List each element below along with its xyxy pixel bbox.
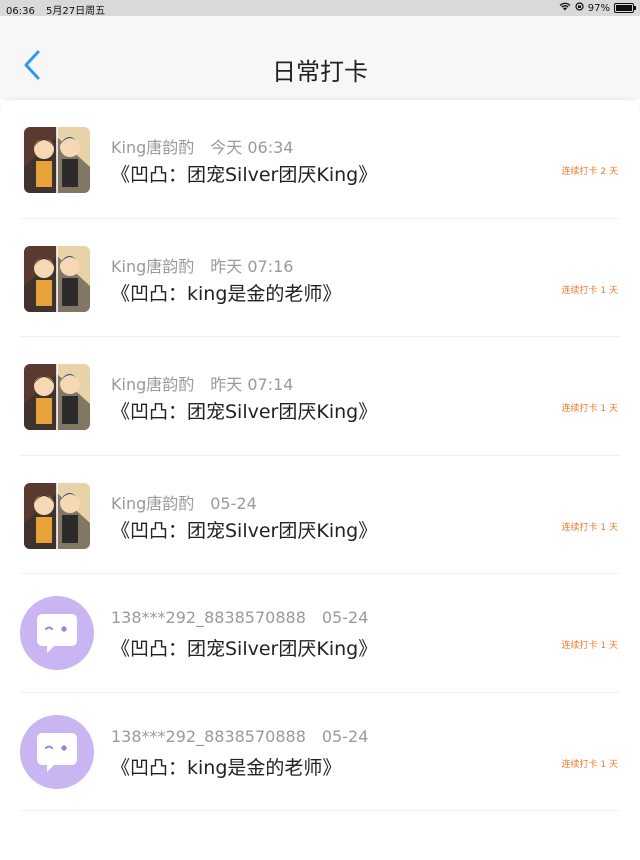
avatar[interactable] [24, 245, 90, 312]
username[interactable]: 138***292_8838570888 [111, 727, 306, 746]
chat-bubble-icon [37, 732, 77, 772]
post-content: 《凹凸：团宠Silver团厌King》 [111, 401, 378, 423]
checkin-row-1[interactable]: King唐韵酌 今天 06:34 《凹凸：团宠Silver团厌King》 连续打卡… [0, 100, 640, 219]
nav-header: 日常打卡 [0, 16, 640, 100]
post-content: 《凹凸：团宠Silver团厌King》 [111, 164, 378, 186]
post-meta: King唐韵酌 05-24 [111, 490, 257, 514]
post-time: 昨天 07:14 [210, 375, 294, 394]
battery-icon [614, 3, 636, 13]
battery-level [616, 5, 632, 11]
username[interactable]: King唐韵酌 [111, 138, 194, 157]
post-meta: King唐韵酌 昨天 07:16 [111, 253, 293, 277]
streak-badge: 连续打卡 1 天 [561, 759, 618, 770]
avatar[interactable] [20, 596, 94, 670]
anime-avatar-icon [24, 245, 90, 312]
wifi-icon [559, 2, 571, 14]
post-time: 05-24 [210, 493, 257, 513]
post-time: 昨天 07:16 [210, 256, 294, 276]
checkin-row-6[interactable]: 138***292_8838570888 05-24 《凹凸：king是金的老师》… [0, 693, 640, 812]
post-content: 《凹凸：团宠Silver团厌King》 [111, 638, 378, 660]
username[interactable]: 138***292_8838570888 [111, 608, 306, 627]
post-meta: 138***292_8838570888 05-24 [111, 608, 368, 627]
streak-badge: 连续打卡 1 天 [561, 522, 618, 533]
streak-badge: 连续打卡 1 天 [561, 404, 618, 414]
anime-avatar-icon [24, 364, 90, 430]
anime-avatar-icon [24, 127, 90, 193]
post-time: 05-24 [321, 608, 369, 627]
post-time: 今天 06:34 [210, 138, 294, 157]
checkin-row-2[interactable]: King唐韵酌 昨天 07:16 《凹凸：king是金的老师》 连续打卡 1 天 [0, 219, 640, 338]
post-meta: 138***292_8838570888 05-24 [111, 727, 368, 746]
battery-percent: 97% [587, 2, 610, 14]
post-time: 05-24 [321, 726, 369, 746]
page-title: 日常打卡 [272, 58, 368, 86]
checkin-list: King唐韵酌 今天 06:34 《凹凸：团宠Silver团厌King》 连续打卡… [0, 100, 640, 860]
avatar[interactable] [20, 714, 94, 789]
post-meta: King唐韵酌 今天 06:34 [111, 134, 293, 158]
streak-badge: 连续打卡 1 天 [561, 641, 618, 651]
orientation-lock-icon [575, 2, 584, 14]
post-content: 《凹凸：团宠Silver团厌King》 [111, 519, 378, 542]
avatar[interactable] [24, 127, 90, 193]
username[interactable]: King唐韵酌 [111, 375, 194, 394]
avatar[interactable] [24, 482, 90, 549]
username[interactable]: King唐韵酌 [111, 494, 194, 513]
avatar[interactable] [24, 364, 90, 430]
anime-avatar-icon [24, 482, 90, 549]
checkin-row-3[interactable]: King唐韵酌 昨天 07:14 《凹凸：团宠Silver团厌King》 连续打卡… [0, 337, 640, 456]
status-left: 06:36 5月27日周五 [6, 2, 113, 17]
checkin-row-4[interactable]: King唐韵酌 05-24 《凹凸：团宠Silver团厌King》 连续打卡 1 … [0, 456, 640, 575]
post-meta: King唐韵酌 昨天 07:14 [111, 371, 293, 395]
post-content: 《凹凸：king是金的老师》 [111, 756, 342, 779]
checkin-row-5[interactable]: 138***292_8838570888 05-24 《凹凸：团宠Silver团厌… [0, 574, 640, 693]
post-content: 《凹凸：king是金的老师》 [111, 282, 342, 305]
streak-badge: 连续打卡 2 天 [561, 167, 618, 177]
username[interactable]: King唐韵酌 [111, 257, 194, 276]
status-bar: 06:36 5月27日周五 97% [0, 0, 640, 17]
chat-bubble-icon [37, 614, 77, 653]
streak-badge: 连续打卡 1 天 [561, 285, 618, 296]
status-right: 97% [555, 2, 636, 14]
